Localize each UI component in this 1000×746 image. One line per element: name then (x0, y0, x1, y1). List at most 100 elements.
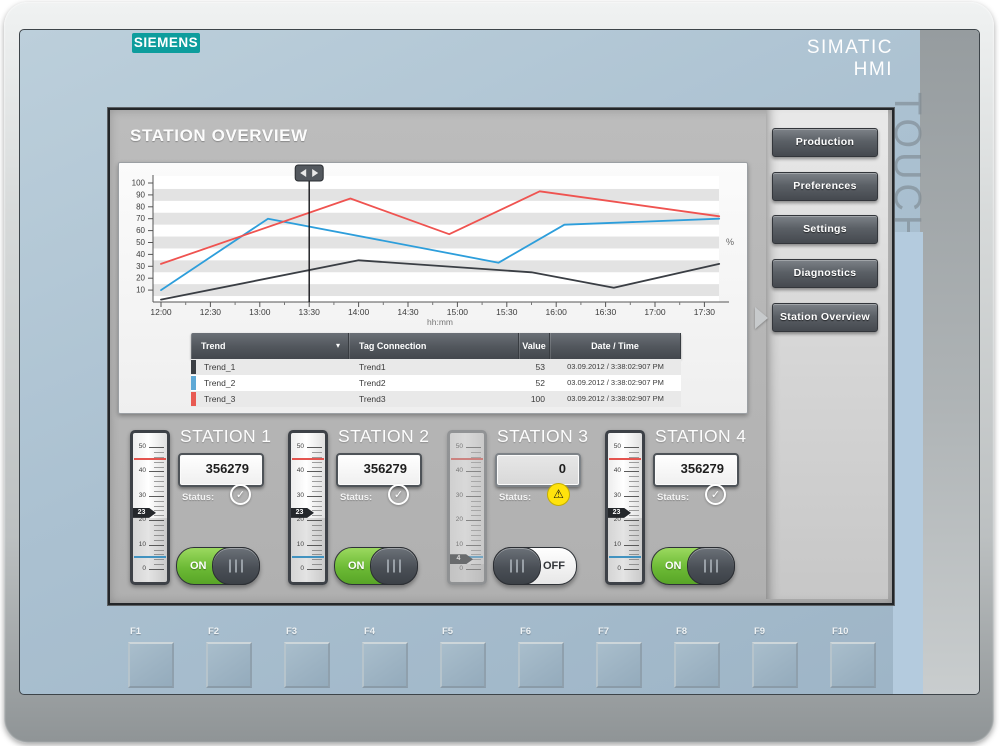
product-name: SIMATIC HMI (806, 37, 893, 80)
svg-text:100: 100 (132, 179, 146, 188)
station-2-title: STATION 2 (338, 426, 430, 446)
station-1-title: STATION 1 (180, 426, 272, 446)
fkey-f7[interactable] (596, 642, 642, 688)
station-2-slider[interactable]: 0 10 20 30 40 50 23 (288, 430, 328, 585)
fkey-f6[interactable] (518, 642, 564, 688)
toggle-knob[interactable] (212, 547, 260, 585)
svg-text:20: 20 (136, 274, 145, 283)
table-row-trend-1[interactable]: Trend_1 Trend1 53 03.09.2012 / 3:38:02:907 … (191, 359, 681, 375)
high-limit-mark (609, 458, 641, 461)
toggle-knob[interactable] (493, 547, 541, 585)
column-header-tag-connection[interactable]: Tag Connection (349, 333, 519, 359)
toggle-state-label: ON (665, 560, 682, 572)
station-1-power-toggle[interactable]: ON (176, 547, 260, 585)
table-header: Trend ▾ Tag Connection Value Date / Time (191, 333, 681, 359)
fkey-label-f9: F9 (754, 626, 766, 637)
hmi-screen: Production Preferences Settings Diagnostics… (108, 108, 894, 605)
station-4-power-toggle[interactable]: ON (651, 547, 735, 585)
svg-text:50: 50 (136, 238, 145, 247)
svg-text:13:00: 13:00 (249, 307, 271, 317)
fkey-f2[interactable] (206, 642, 252, 688)
station-1-status-label: Status: (182, 492, 215, 503)
toggle-state-label: OFF (543, 560, 565, 572)
toggle-knob[interactable] (370, 547, 418, 585)
trend-chart: 10 20 30 40 50 60 70 80 90 100 12:00 12:30 13:00 13:3… (119, 163, 747, 336)
toggle-state-label: ON (190, 560, 207, 572)
fkey-label-f1: F1 (130, 626, 142, 637)
chart-cursor-handle[interactable] (294, 164, 324, 182)
column-header-value[interactable]: Value (519, 333, 550, 359)
svg-text:12:00: 12:00 (150, 307, 172, 317)
station-4-slider-thumb[interactable]: 23 (608, 507, 631, 518)
station-2-value-display: 356279 (336, 453, 422, 487)
menu-button-station-overview[interactable]: Station Overview (772, 303, 878, 332)
fkey-label-f8: F8 (676, 626, 688, 637)
fkey-f1[interactable] (128, 642, 174, 688)
high-limit-mark (451, 458, 483, 461)
station-4-title: STATION 4 (655, 426, 747, 446)
fkey-f9[interactable] (752, 642, 798, 688)
station-3-title: STATION 3 (497, 426, 589, 446)
table-row-trend-3[interactable]: Trend_3 Trend3 100 03.09.2012 / 3:38:02:907… (191, 391, 681, 407)
station-3-value-display: 0 (495, 453, 581, 487)
trend-chart-svg: 10 20 30 40 50 60 70 80 90 100 12:00 12:30 13:00 13:3… (132, 164, 734, 327)
fkey-f4[interactable] (362, 642, 408, 688)
station-3-slider[interactable]: 0 10 20 30 40 50 4 (447, 430, 487, 585)
svg-text:30: 30 (136, 262, 145, 271)
station-4-status-check-icon: ✓ (705, 484, 726, 505)
fkey-f8[interactable] (674, 642, 720, 688)
fkey-label-f5: F5 (442, 626, 454, 637)
cell-tag-connection: Trend2 (359, 378, 386, 388)
menu-button-diagnostics[interactable]: Diagnostics (772, 259, 878, 288)
svg-text:40: 40 (136, 250, 145, 259)
slider-fill (450, 564, 484, 582)
cell-datetime: 03.09.2012 / 3:38:02:907 PM (567, 394, 664, 403)
menu-button-preferences[interactable]: Preferences (772, 172, 878, 201)
svg-text:%: % (726, 237, 734, 247)
svg-text:60: 60 (136, 226, 145, 235)
svg-text:12:30: 12:30 (200, 307, 222, 317)
station-2-slider-thumb[interactable]: 23 (291, 507, 314, 518)
svg-text:14:00: 14:00 (348, 307, 370, 317)
fkey-label-f2: F2 (208, 626, 220, 637)
fkey-label-f10: F10 (832, 626, 849, 637)
station-4-slider[interactable]: 0 10 20 30 40 50 23 (605, 430, 645, 585)
cell-datetime: 03.09.2012 / 3:38:02:907 PM (567, 378, 664, 387)
column-header-date-time[interactable]: Date / Time (550, 333, 681, 359)
station-2-panel: 0 10 20 30 40 50 23 STATION 2 356279 Status: … (288, 422, 448, 600)
svg-text:13:30: 13:30 (299, 307, 321, 317)
table-row-trend-2[interactable]: Trend_2 Trend2 52 03.09.2012 / 3:38:02:907 … (191, 375, 681, 391)
station-1-slider-thumb[interactable]: 23 (133, 507, 156, 518)
station-2-power-toggle[interactable]: ON (334, 547, 418, 585)
slider-fill (608, 517, 642, 582)
station-3-status-warning-icon: ⚠ (547, 483, 570, 506)
cell-trend: Trend_2 (204, 378, 236, 388)
cell-trend: Trend_1 (204, 362, 236, 372)
hmi-front-bezel: TOUCH SIEMENS SIMATIC HMI Production Pref… (19, 29, 980, 695)
fkey-label-f7: F7 (598, 626, 610, 637)
siemens-logo: SIEMENS (132, 33, 200, 53)
fkey-label-f6: F6 (520, 626, 532, 637)
column-header-trend[interactable]: Trend ▾ (191, 333, 349, 359)
svg-text:14:30: 14:30 (397, 307, 419, 317)
station-1-slider[interactable]: 0 10 20 30 40 50 23 (130, 430, 170, 585)
station-2-status-check-icon: ✓ (388, 484, 409, 505)
svg-text:17:30: 17:30 (694, 307, 716, 317)
cell-trend: Trend_3 (204, 394, 236, 404)
fkey-f3[interactable] (284, 642, 330, 688)
cell-value: 53 (535, 362, 545, 372)
station-1-status-check-icon: ✓ (230, 484, 251, 505)
menu-button-settings[interactable]: Settings (772, 215, 878, 244)
menu-button-production[interactable]: Production (772, 128, 878, 157)
bezel-side-band (920, 30, 979, 694)
cell-tag-connection: Trend3 (359, 394, 386, 404)
station-3-panel: 0 10 20 30 40 50 4 STATION 3 0 Status: ⚠ OFF (447, 422, 607, 600)
trend-table: Trend ▾ Tag Connection Value Date / Time Tren… (191, 333, 681, 407)
station-2-status-label: Status: (340, 492, 373, 503)
fkey-f5[interactable] (440, 642, 486, 688)
toggle-knob[interactable] (687, 547, 735, 585)
fkey-f10[interactable] (830, 642, 876, 688)
station-3-power-toggle[interactable]: OFF (493, 547, 577, 585)
high-limit-mark (292, 458, 324, 461)
slider-fill (133, 517, 167, 582)
